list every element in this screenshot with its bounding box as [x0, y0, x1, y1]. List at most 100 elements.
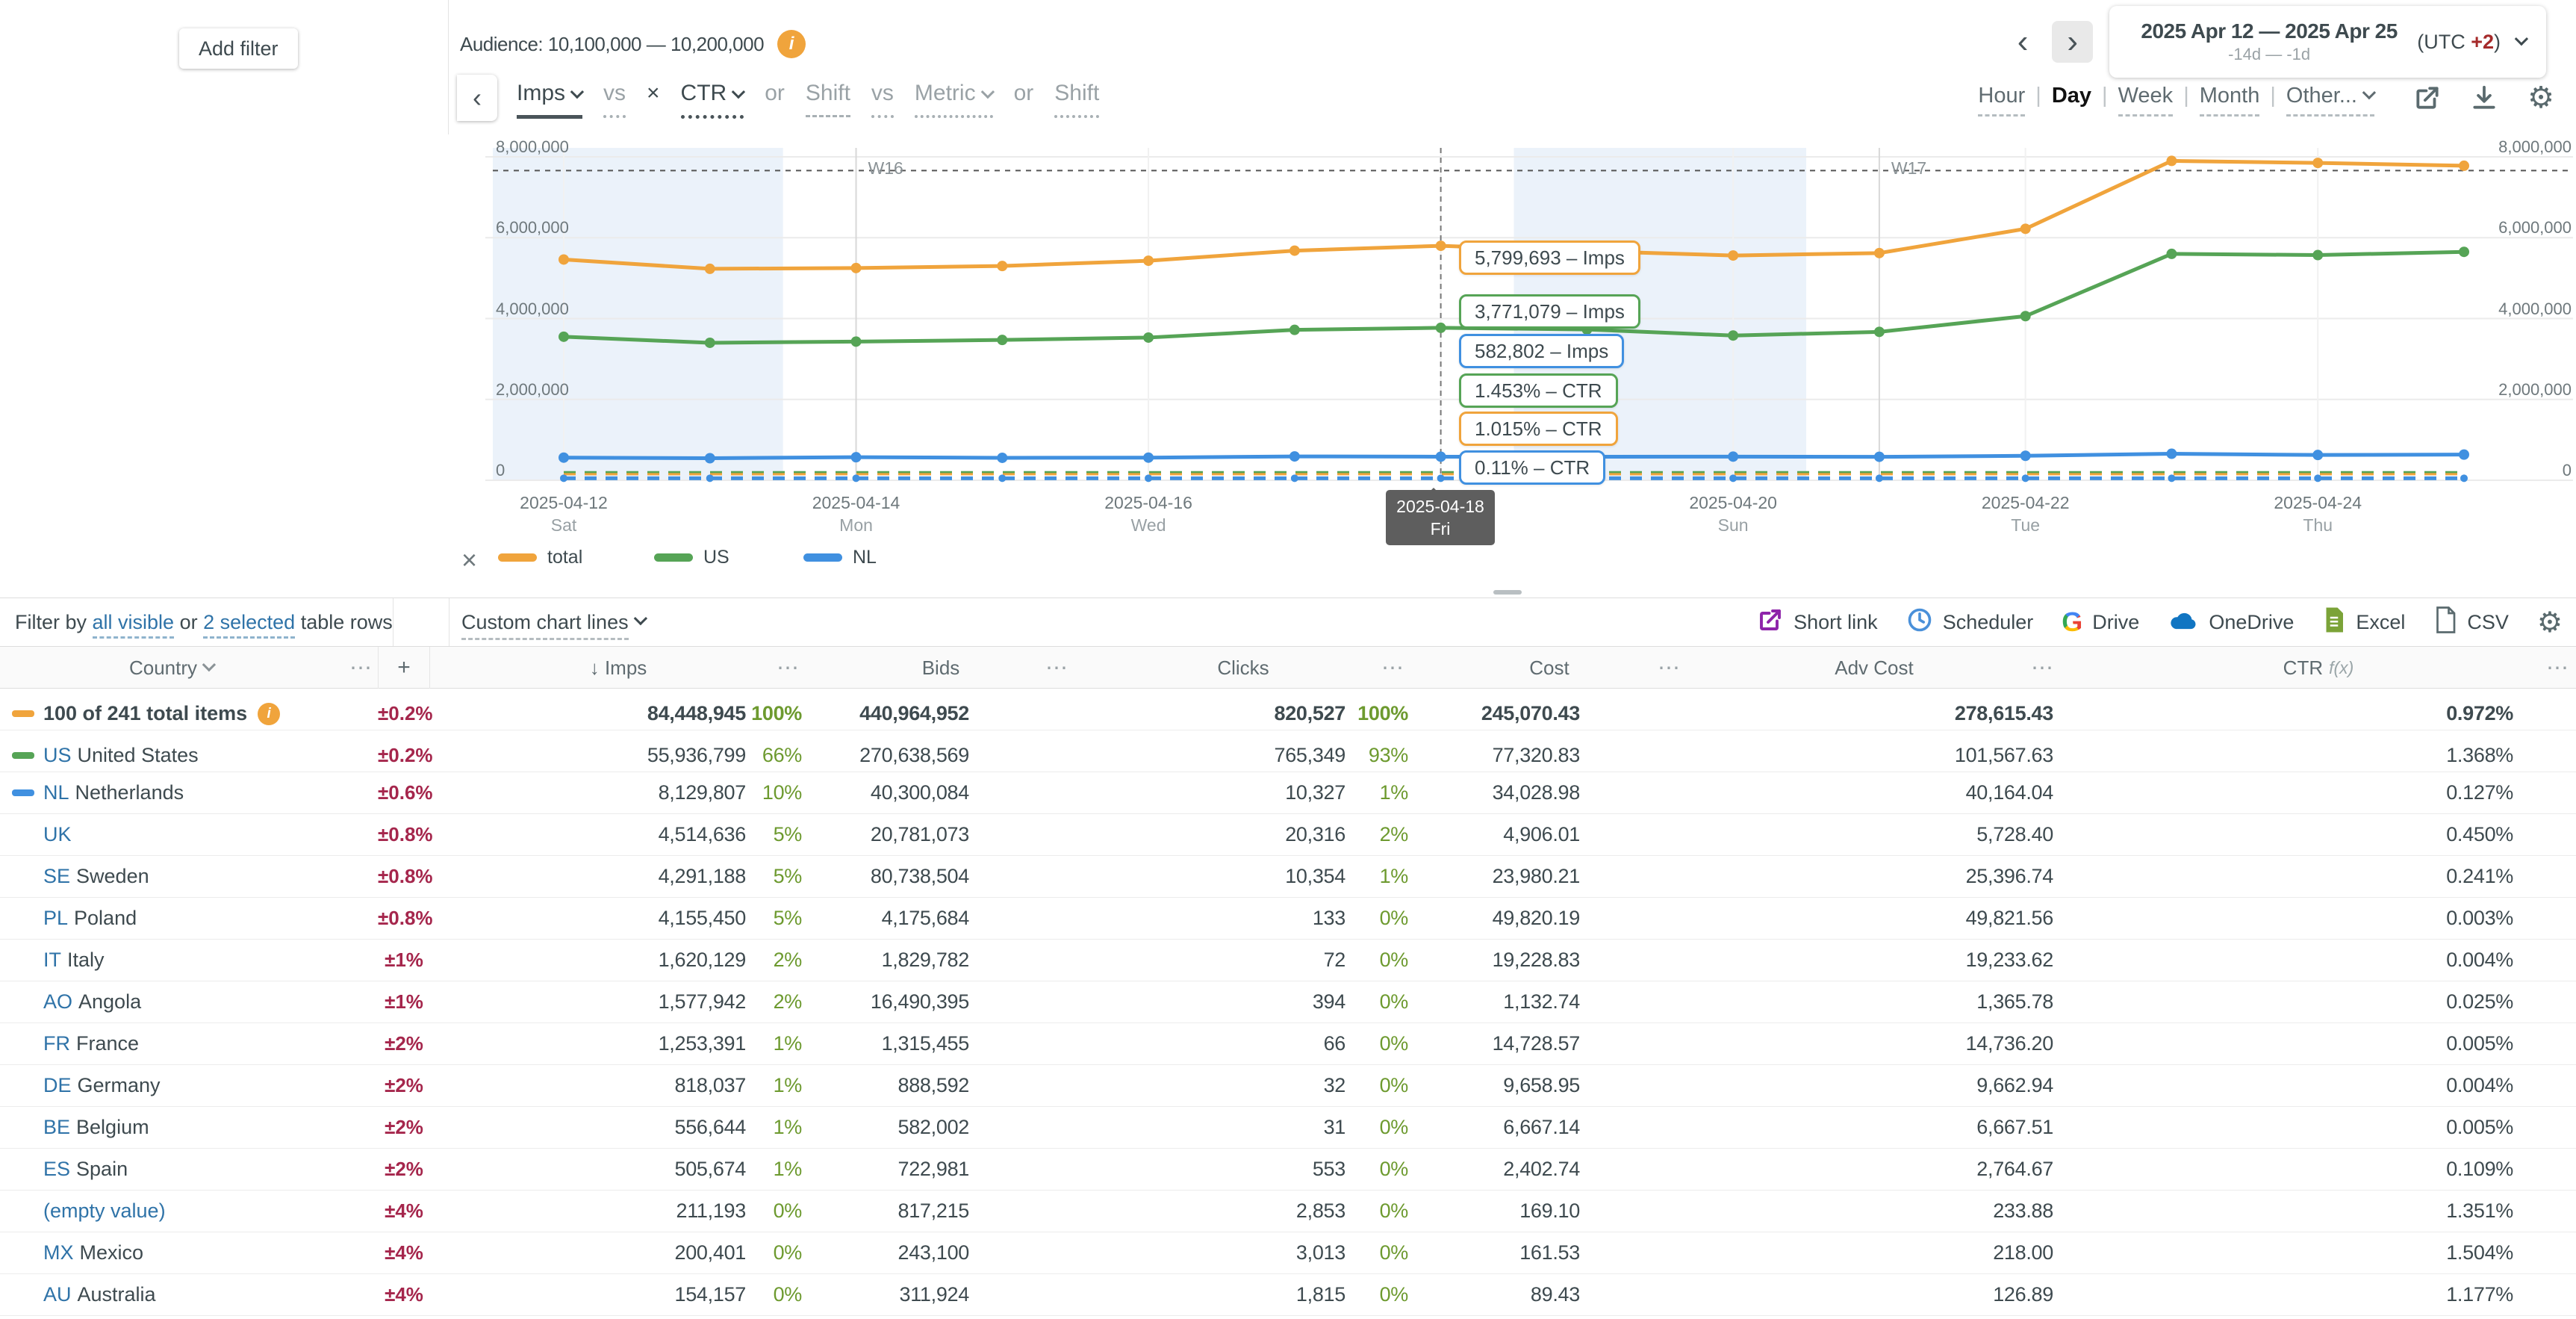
country-cell[interactable]: BE Belgium — [0, 1116, 343, 1139]
table-row-UK[interactable]: UK ±0.8%4,514,6365%20,781,07320,3162%4,9… — [0, 814, 2576, 856]
column-header-ctr[interactable]: CTRf(x) ⋯ — [2061, 647, 2576, 689]
cost-cell: 245,070.43 — [1411, 702, 1687, 725]
metric-token-ctr[interactable]: CTR — [681, 81, 744, 119]
adv-cost-cell: 49,821.56 — [1687, 907, 2061, 930]
open-external-icon[interactable] — [2412, 82, 2443, 114]
country-cell[interactable]: UK — [0, 823, 343, 846]
remove-metric-icon[interactable]: × — [647, 81, 660, 115]
cost-cell: 169.10 — [1411, 1199, 1687, 1223]
granularity-hour[interactable]: Hour — [1978, 84, 2025, 117]
chart-collapse-button[interactable]: ‹ — [457, 75, 497, 121]
country-cell[interactable]: PL Poland — [0, 907, 343, 930]
table-row-SE[interactable]: SE Sweden ±0.8%4,291,1885%80,738,50410,3… — [0, 856, 2576, 898]
export-csv-button[interactable]: CSV — [2433, 606, 2509, 639]
info-icon[interactable]: i — [777, 30, 806, 58]
granularity-day[interactable]: Day — [2052, 84, 2091, 114]
clicks-pct-cell: 100% — [1348, 702, 1411, 725]
date-prev-icon[interactable]: ‹ — [2010, 22, 2036, 61]
table-row-100-of-241-total-items[interactable]: 100 of 241 total items i ±0.2%84,448,945… — [0, 689, 2576, 730]
country-cell[interactable]: (empty value) — [0, 1199, 343, 1223]
imps-cell: 1,577,942 — [430, 990, 750, 1014]
metric-token-shift[interactable]: Shift — [1054, 81, 1099, 118]
adv-cost-cell: 101,567.63 — [1687, 744, 2061, 767]
imps-menu-icon[interactable]: ⋯ — [777, 655, 799, 681]
metric-token-or[interactable]: or — [1014, 81, 1034, 115]
country-cell[interactable]: US United States — [0, 744, 343, 767]
download-icon[interactable] — [2468, 82, 2500, 114]
filter-selected-link[interactable]: 2 selected — [203, 611, 295, 639]
country-menu-icon[interactable]: ⋯ — [343, 647, 378, 689]
metric-token-vs[interactable]: vs — [871, 81, 894, 118]
chart-tooltip-NL: 582,802 – Imps — [1459, 334, 1624, 368]
metric-token-vs[interactable]: vs — [603, 81, 626, 118]
date-next-icon[interactable]: › — [2052, 21, 2093, 63]
table-row-IT[interactable]: IT Italy ±1%1,620,1292%1,829,782720%19,2… — [0, 940, 2576, 981]
export-short-link-button[interactable]: Short link — [1757, 606, 1878, 639]
country-cell[interactable]: IT Italy — [0, 949, 343, 972]
country-cell[interactable]: FR France — [0, 1032, 343, 1055]
table-row-AO[interactable]: AO Angola ±1%1,577,9422%16,490,3953940%1… — [0, 981, 2576, 1023]
export-scheduler-button[interactable]: Scheduler — [1906, 606, 2034, 639]
country-code: US — [43, 744, 72, 767]
metric-token-shift[interactable]: Shift — [806, 81, 850, 117]
date-range-picker[interactable]: 2025 Apr 12 — 2025 Apr 25 -14d — -1d (UT… — [2109, 6, 2546, 78]
country-cell[interactable]: AU Australia — [0, 1283, 343, 1306]
table-row-ES[interactable]: ES Spain ±2%505,6741%722,9815530%2,402.7… — [0, 1149, 2576, 1191]
clicks-cell: 10,327 — [1075, 781, 1348, 804]
column-header-country[interactable]: Country — [0, 647, 343, 689]
table-row-PL[interactable]: PL Poland ±0.8%4,155,4505%4,175,6841330%… — [0, 898, 2576, 940]
country-cell[interactable]: MX Mexico — [0, 1241, 343, 1264]
column-header-adv-cost[interactable]: Adv Cost ⋯ — [1687, 647, 2061, 689]
granularity-month[interactable]: Month — [2200, 84, 2260, 117]
cost-menu-icon[interactable]: ⋯ — [1658, 655, 1680, 681]
country-cell[interactable]: ES Spain — [0, 1158, 343, 1181]
country-name: Belgium — [76, 1116, 149, 1139]
filter-all-visible-link[interactable]: all visible — [93, 611, 175, 639]
table-row-NL[interactable]: NL Netherlands ±0.6%8,129,80710%40,300,0… — [0, 772, 2576, 814]
export-excel-button[interactable]: Excel — [2322, 606, 2405, 639]
settings-gear-icon[interactable]: ⚙ — [2525, 82, 2557, 114]
table-row-MX[interactable]: MX Mexico ±4%200,4010%243,1003,0130%161.… — [0, 1232, 2576, 1274]
column-header-cost[interactable]: Cost ⋯ — [1411, 647, 1687, 689]
legend-item-US[interactable]: US — [654, 547, 729, 568]
column-header-bids[interactable]: Bids ⋯ — [806, 647, 1075, 689]
row-swatch-slot — [12, 710, 37, 717]
chart-canvas[interactable] — [0, 134, 2576, 598]
export-onedrive-button[interactable]: OneDrive — [2168, 608, 2294, 637]
add-filter-button[interactable]: Add filter — [179, 28, 298, 69]
table-row-BE[interactable]: BE Belgium ±2%556,6441%582,002310%6,667.… — [0, 1107, 2576, 1149]
bids-menu-icon[interactable]: ⋯ — [1045, 655, 1068, 681]
legend-item-NL[interactable]: NL — [803, 547, 877, 568]
country-cell[interactable]: SE Sweden — [0, 865, 343, 888]
imps-pct-cell: 5% — [750, 865, 806, 888]
chart-resize-handle[interactable] — [1493, 590, 1522, 595]
ctr-menu-icon[interactable]: ⋯ — [2546, 655, 2569, 681]
table-settings-gear-icon[interactable]: ⚙ — [2537, 606, 2563, 639]
table-row-FR[interactable]: FR France ±2%1,253,3911%1,315,455660%14,… — [0, 1023, 2576, 1065]
granularity-other[interactable]: Other... — [2286, 84, 2374, 117]
clicks-menu-icon[interactable]: ⋯ — [1381, 655, 1404, 681]
granularity-week[interactable]: Week — [2118, 84, 2174, 117]
adv-cost-cell: 2,764.67 — [1687, 1158, 2061, 1181]
metric-token-metric[interactable]: Metric — [915, 81, 993, 118]
adv-cost-menu-icon[interactable]: ⋯ — [2031, 655, 2053, 681]
country-cell[interactable]: NL Netherlands — [0, 781, 343, 804]
custom-chart-lines-dropdown[interactable]: Custom chart lines — [461, 611, 646, 634]
column-header-imps[interactable]: ↓ Imps ⋯ — [430, 647, 806, 689]
uncertainty-cell: ±0.8% — [378, 907, 430, 930]
legend-close-icon[interactable]: × — [461, 547, 477, 574]
country-cell[interactable]: 100 of 241 total items i — [0, 702, 343, 725]
table-row-US[interactable]: US United States ±0.2%55,936,79966%270,6… — [0, 730, 2576, 772]
country-cell[interactable]: DE Germany — [0, 1074, 343, 1097]
metric-token-or[interactable]: or — [765, 81, 785, 115]
column-header-clicks[interactable]: Clicks ⋯ — [1075, 647, 1411, 689]
table-row-AU[interactable]: AU Australia ±4%154,1570%311,9241,8150%8… — [0, 1274, 2576, 1316]
metric-token-imps[interactable]: Imps — [517, 81, 582, 119]
export-drive-button[interactable]: GDrive — [2062, 609, 2139, 636]
legend-item-total[interactable]: total — [498, 547, 582, 568]
table-row-DE[interactable]: DE Germany ±2%818,0371%888,592320%9,658.… — [0, 1065, 2576, 1107]
table-row--empty-value-[interactable]: (empty value) ±4%211,1930%817,2152,8530%… — [0, 1191, 2576, 1232]
country-cell[interactable]: AO Angola — [0, 990, 343, 1014]
info-icon[interactable]: i — [258, 703, 280, 725]
add-column-button[interactable]: + — [378, 647, 430, 689]
